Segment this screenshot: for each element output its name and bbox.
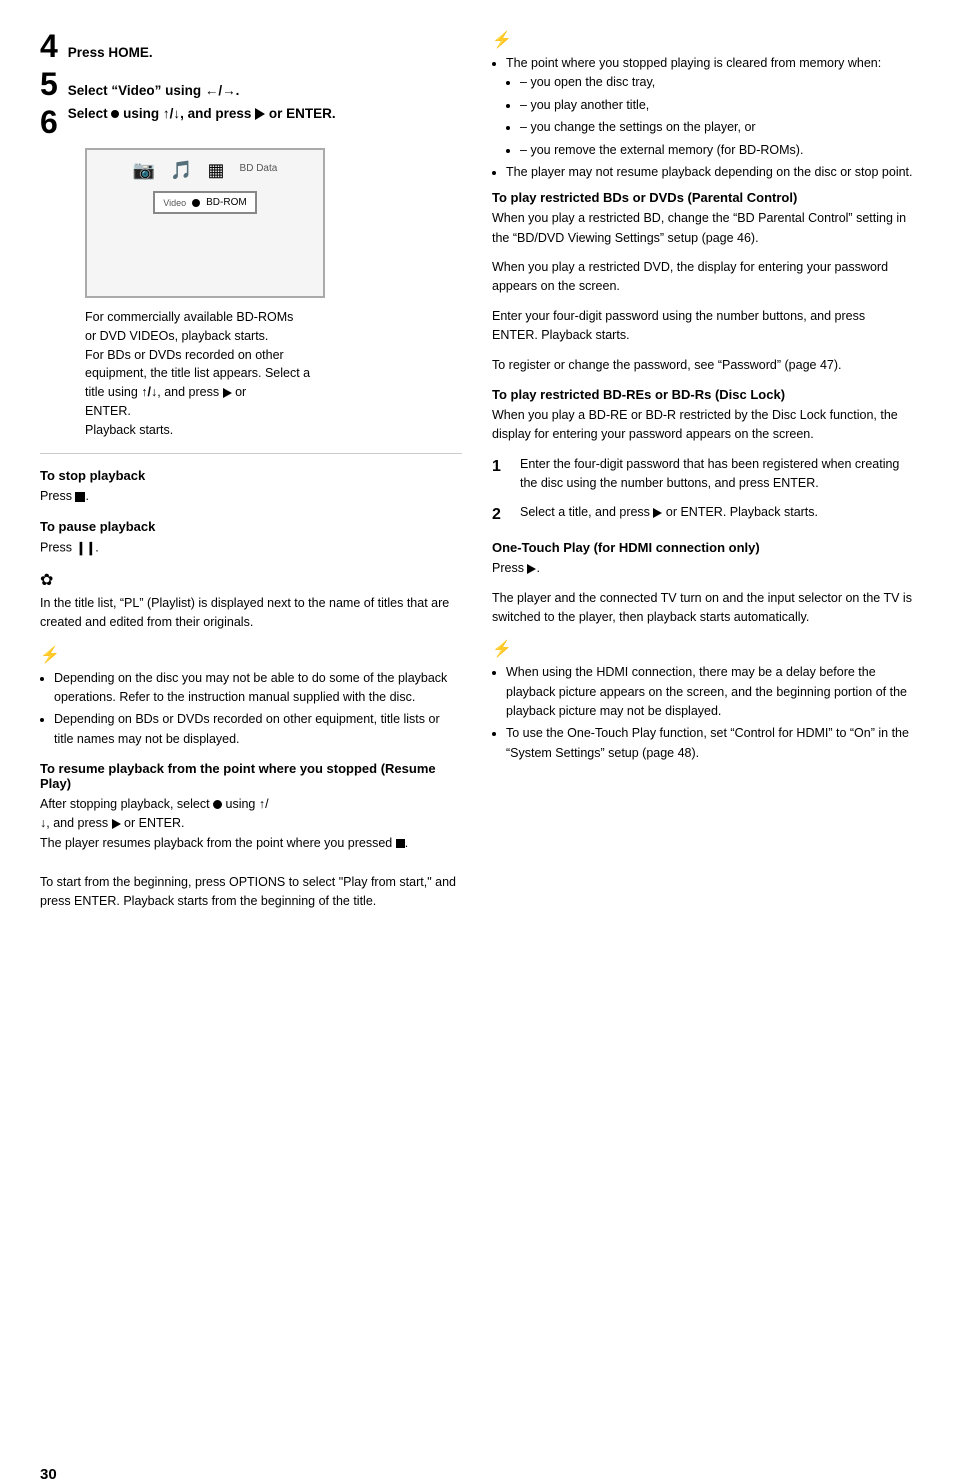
hdmi-caution-block: ⚡ When using the HDMI connection, there … <box>492 639 914 763</box>
caution-icon-left: ⚡ <box>40 645 462 665</box>
play-icon-2 <box>112 819 121 829</box>
hdmi-caution-list: When using the HDMI connection, there ma… <box>492 663 914 763</box>
step-5-line: 5 Select “Video” using ←/→. <box>40 68 462 100</box>
hdmi-caution-icon: ⚡ <box>492 639 914 659</box>
sub-caution-list: you open the disc tray, you play another… <box>506 73 914 160</box>
screen-bd-rom-label: BD-ROM <box>206 197 247 208</box>
parental-body-1: When you play a restricted BD, change th… <box>492 209 914 248</box>
hdmi-caution-item-1: When using the HDMI connection, there ma… <box>506 663 914 721</box>
step-5-text: Select “Video” using ←/→. <box>68 83 240 98</box>
screen-top-icons: 📷 🎵 ▦ BD Data <box>133 160 278 181</box>
pause-icon: ❙❙ <box>75 538 95 558</box>
pause-playback-section: To pause playback Press ❙❙. <box>40 519 462 558</box>
disc-lock-step-2-num: 2 <box>492 503 508 528</box>
play-icon-4 <box>527 564 536 574</box>
parental-body-2: When you play a restricted DVD, the disp… <box>492 258 914 297</box>
caution-bullet-list: Depending on the disc you may not be abl… <box>40 669 462 750</box>
sub-caution-2: you play another title, <box>520 96 914 115</box>
step-4-text: Press HOME. <box>68 45 153 60</box>
resume-heading: To resume playback from the point where … <box>40 761 462 791</box>
pause-playback-heading: To pause playback <box>40 519 462 534</box>
camera-icon: 📷 <box>133 160 155 181</box>
playlist-note-block: ✿ In the title list, “PL” (Playlist) is … <box>40 570 462 633</box>
sub-caution-1: you open the disc tray, <box>520 73 914 92</box>
step-6-number: 6 <box>40 106 58 138</box>
one-touch-body-2: The player and the connected TV turn on … <box>492 589 914 628</box>
screen-dot <box>192 199 200 207</box>
caution-item-1: Depending on the disc you may not be abl… <box>54 669 462 708</box>
section-divider <box>40 453 462 454</box>
disc-lock-section: To play restricted BD-REs or BD-Rs (Disc… <box>492 387 914 528</box>
disc-lock-step-2: 2 Select a title, and press or ENTER. Pl… <box>492 503 914 528</box>
play-icon <box>255 108 265 120</box>
pause-playback-body: Press ❙❙. <box>40 538 462 558</box>
page-number: 30 <box>40 1466 57 1483</box>
disc-lock-step-2-text: Select a title, and press or ENTER. Play… <box>520 503 818 528</box>
one-touch-body-1: Press . <box>492 559 914 578</box>
step-6-text: Select using ↑/↓, and press or ENTER. <box>68 106 336 121</box>
step-4-number: 4 <box>40 30 58 62</box>
step-6-caption: For commercially available BD-ROMs or DV… <box>85 308 462 439</box>
right-caution-block: ⚡ The point where you stopped playing is… <box>492 30 914 182</box>
step-5-number: 5 <box>40 68 58 100</box>
bd-data-section: BD Data <box>240 168 278 174</box>
bd-data-label: BD Data <box>240 163 278 174</box>
grid-icon: ▦ <box>208 160 225 181</box>
one-touch-heading: One-Touch Play (for HDMI connection only… <box>492 540 914 555</box>
right-caution-list: The point where you stopped playing is c… <box>492 54 914 182</box>
step-6-line: 6 Select using ↑/↓, and press or ENTER. <box>40 106 462 138</box>
stop-playback-section: To stop playback Press . <box>40 468 462 506</box>
caution-block: ⚡ Depending on the disc you may not be a… <box>40 645 462 750</box>
playlist-note-body: In the title list, “PL” (Playlist) is di… <box>40 594 462 633</box>
stop-icon-2 <box>396 839 405 848</box>
disc-lock-step-1-num: 1 <box>492 455 508 494</box>
screen-illustration: 📷 🎵 ▦ BD Data Video BD-ROM <box>85 148 325 298</box>
resume-body: After stopping playback, select using ↑/… <box>40 795 462 911</box>
resume-section: To resume playback from the point where … <box>40 761 462 911</box>
stop-icon <box>75 492 85 502</box>
parental-section: To play restricted BDs or DVDs (Parental… <box>492 190 914 375</box>
sub-caution-4: you remove the external memory (for BD-R… <box>520 141 914 160</box>
parental-heading: To play restricted BDs or DVDs (Parental… <box>492 190 914 205</box>
right-caution-item-0: The point where you stopped playing is c… <box>506 54 914 160</box>
disc-lock-step-1-text: Enter the four-digit password that has b… <box>520 455 914 494</box>
parental-body-4: To register or change the password, see … <box>492 356 914 375</box>
right-caution-item-1: The player may not resume playback depen… <box>506 163 914 182</box>
parental-body-3: Enter your four-digit password using the… <box>492 307 914 346</box>
circle-dot-icon <box>213 800 222 809</box>
tip-icon: ✿ <box>40 570 462 590</box>
disc-lock-heading: To play restricted BD-REs or BD-Rs (Disc… <box>492 387 914 402</box>
hdmi-caution-item-2: To use the One-Touch Play function, set … <box>506 724 914 763</box>
play-icon-3 <box>653 508 662 518</box>
screen-video-section: Video BD-ROM <box>153 191 256 214</box>
music-icon: 🎵 <box>170 160 192 181</box>
caution-icon-right: ⚡ <box>492 30 914 50</box>
disc-lock-step-1: 1 Enter the four-digit password that has… <box>492 455 914 494</box>
caution-item-2: Depending on BDs or DVDs recorded on oth… <box>54 710 462 749</box>
step-4-line: 4 Press HOME. <box>40 30 462 62</box>
stop-playback-body: Press . <box>40 487 462 506</box>
sub-caution-3: you change the settings on the player, o… <box>520 118 914 137</box>
disc-lock-intro: When you play a BD-RE or BD-R restricted… <box>492 406 914 445</box>
stop-playback-heading: To stop playback <box>40 468 462 483</box>
screen-video-label: Video <box>163 198 186 208</box>
one-touch-section: One-Touch Play (for HDMI connection only… <box>492 540 914 627</box>
